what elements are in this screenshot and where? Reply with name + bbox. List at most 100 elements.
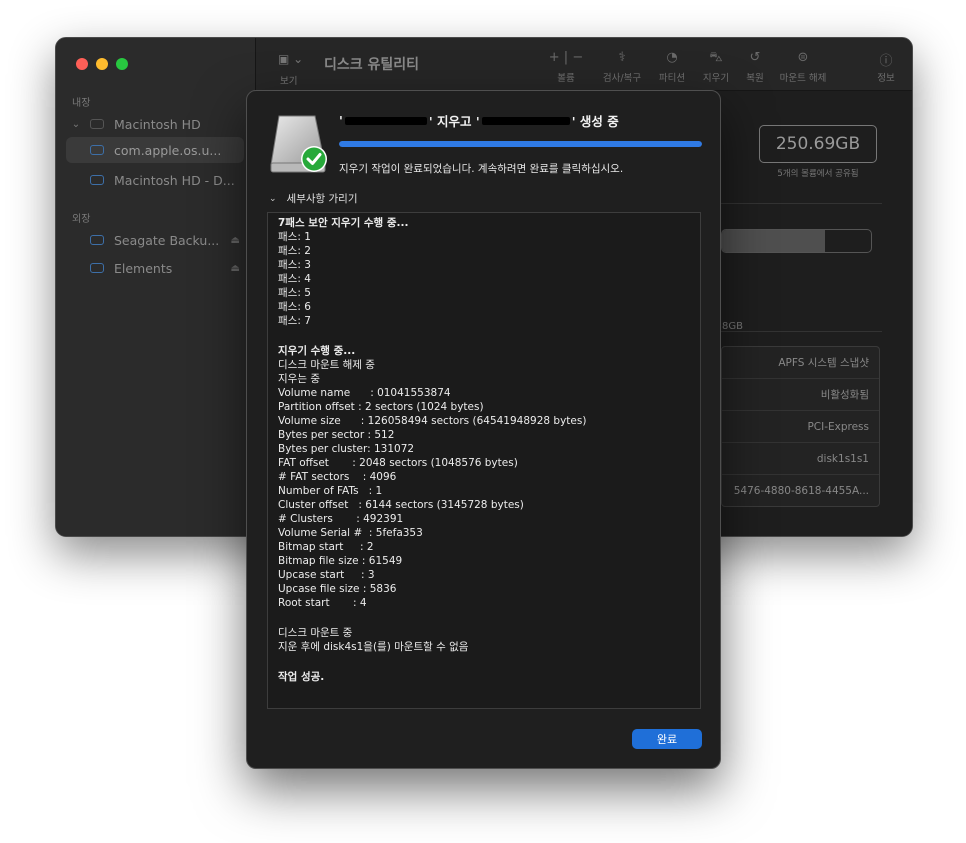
status-message: 지우기 작업이 완료되었습니다. 계속하려면 완료를 클릭하십시오.: [339, 163, 624, 175]
info-row: 5476-4880-8618-4455A...: [733, 484, 869, 497]
disk-icon: [90, 175, 104, 185]
minimize-window-button[interactable]: [96, 58, 108, 70]
sidebar-item-elements[interactable]: Elements ⏏: [66, 255, 244, 281]
first-aid-button[interactable]: ⚕ 검사/복구: [596, 50, 648, 84]
log-line: Volume Serial # : 5fefa353: [278, 527, 423, 539]
stethoscope-icon: ⚕: [618, 50, 626, 65]
partition-button[interactable]: ◔ 파티션: [654, 50, 690, 84]
window-controls: [76, 58, 128, 70]
erase-icon: ⛍: [709, 50, 723, 65]
toolbar: ▣ ⌄ 보기 디스크 유틸리티 + | − 볼륨 ⚕ 검사/복구 ◔ 파티션 ⛍…: [256, 38, 912, 91]
progress-bar: [339, 141, 702, 147]
sidebar-item-seagate[interactable]: Seagate Backu... ⏏: [66, 227, 244, 253]
toolbar-button-label: 정보: [877, 73, 895, 84]
view-label: 보기: [280, 76, 298, 87]
stack-icon: [90, 119, 104, 129]
sidebar-item-label: com.apple.os.u...: [114, 142, 222, 158]
sidebar: 내장 ⌄ Macintosh HD com.apple.os.u... Maci…: [56, 38, 256, 536]
info-button[interactable]: ⓘ 정보: [871, 50, 901, 84]
drive-check-icon: [270, 115, 327, 173]
sidebar-item-macintosh-hd[interactable]: ⌄ Macintosh HD: [66, 111, 244, 137]
log-line: Upcase start : 3: [278, 569, 375, 581]
log-line: Bytes per cluster: 131072: [278, 443, 415, 455]
log-output[interactable]: 7패스 보안 지우기 수행 중... 패스: 1 패스: 2 패스: 3 패스: 4 패스…: [267, 212, 701, 709]
log-line: 패스: 5: [278, 287, 311, 299]
done-button[interactable]: 완료: [632, 729, 702, 749]
eject-icon[interactable]: ⏏: [231, 263, 240, 274]
log-line: Cluster offset : 6144 sectors (3145728 b…: [278, 499, 524, 511]
capacity-subtitle: 5개의 볼륨에서 공유됨: [777, 169, 859, 179]
sidebar-section-external: 외장: [72, 214, 91, 225]
dialog-title-part1: ' 지우고 ': [428, 114, 480, 129]
details-toggle[interactable]: ⌄ 세부사항 가리기: [269, 191, 358, 206]
info-table: APFS 시스템 스냅샷 비활성화됨 PCI-Express disk1s1s1…: [721, 346, 880, 507]
log-line: Volume size : 126058494 sectors (6454194…: [278, 415, 587, 427]
info-row: disk1s1s1: [722, 443, 879, 475]
log-line: Upcase file size : 5836: [278, 583, 397, 595]
log-line: 패스: 6: [278, 301, 311, 313]
unmount-button[interactable]: ⊜ 마운트 해제: [774, 50, 832, 84]
toolbar-button-label: 검사/복구: [602, 73, 642, 84]
sidebar-item-label: Elements: [114, 260, 173, 276]
sidebar-toggle-icon[interactable]: ▣ ⌄: [278, 52, 303, 66]
divider: [721, 203, 882, 204]
log-line: 디스크 마운트 중: [278, 627, 353, 639]
capacity-value: 250.69GB: [759, 125, 877, 163]
erase-dialog: ' ' 지우고 ' ' 생성 중 지우기 작업이 완료되었습니다. 계속하려면 …: [246, 90, 721, 769]
info-row: 비활성화됨: [722, 379, 879, 411]
details-toggle-label: 세부사항 가리기: [286, 193, 358, 205]
log-line: 지우기 수행 중...: [278, 345, 356, 357]
toolbar-button-label: 마운트 해제: [779, 73, 827, 84]
divider: [721, 331, 882, 332]
sidebar-item-label: Macintosh HD - D...: [114, 172, 235, 188]
disk-icon: [90, 235, 104, 245]
log-line: 패스: 4: [278, 273, 311, 285]
plus-minus-icon: + | −: [548, 50, 584, 65]
app-title: 디스크 유틸리티: [324, 57, 420, 73]
log-line: 패스: 2: [278, 245, 311, 257]
usage-bar-fill: [722, 230, 825, 252]
log-line: 지운 후에 disk4s1을(를) 마운트할 수 없음: [278, 641, 469, 653]
restore-button[interactable]: ↺ 복원: [740, 50, 770, 84]
sidebar-item-macintosh-hd-data[interactable]: Macintosh HD - D...: [66, 167, 244, 193]
sidebar-item-snapshot[interactable]: com.apple.os.u...: [66, 137, 244, 163]
log-line: 지우는 중: [278, 373, 320, 385]
log-line: FAT offset : 2048 sectors (1048576 bytes…: [278, 457, 518, 469]
log-line: Bitmap start : 2: [278, 541, 374, 553]
toolbar-button-label: 파티션: [658, 73, 686, 84]
info-icon: ⓘ: [879, 54, 893, 69]
zoom-window-button[interactable]: [116, 58, 128, 70]
chevron-down-icon[interactable]: ⌄: [68, 119, 84, 130]
unmount-icon: ⊜: [797, 50, 809, 65]
log-line: Bytes per sector : 512: [278, 429, 395, 441]
log-line: Bitmap file size : 61549: [278, 555, 403, 567]
redacted-name: [344, 116, 427, 125]
restore-icon: ↺: [749, 50, 761, 65]
log-line: # FAT sectors : 4096: [278, 471, 397, 483]
info-row: APFS 시스템 스냅샷: [722, 347, 879, 379]
disk-icon: [90, 263, 104, 273]
pie-icon: ◔: [666, 50, 678, 65]
info-row: PCI-Express: [722, 411, 879, 443]
log-line: 패스: 7: [278, 315, 311, 327]
sidebar-item-label: Seagate Backu...: [114, 232, 220, 248]
close-window-button[interactable]: [76, 58, 88, 70]
chevron-down-icon: ⌄: [269, 193, 277, 204]
log-line: Partition offset : 2 sectors (1024 bytes…: [278, 401, 484, 413]
erase-button[interactable]: ⛍ 지우기: [698, 50, 734, 84]
volume-button[interactable]: + | − 볼륨: [546, 50, 586, 84]
toolbar-button-label: 지우기: [702, 73, 730, 84]
progress-bar-fill: [339, 141, 702, 147]
log-line: 패스: 1: [278, 231, 311, 243]
sidebar-item-label: Macintosh HD: [114, 116, 201, 132]
toolbar-button-label: 복원: [746, 73, 764, 84]
disk-icon: [90, 145, 104, 155]
log-line: Volume name : 01041553874: [278, 387, 451, 399]
log-line: 7패스 보안 지우기 수행 중...: [278, 217, 409, 229]
eject-icon[interactable]: ⏏: [231, 235, 240, 246]
log-line: 디스크 마운트 해제 중: [278, 359, 375, 371]
sidebar-section-internal: 내장: [72, 98, 91, 109]
